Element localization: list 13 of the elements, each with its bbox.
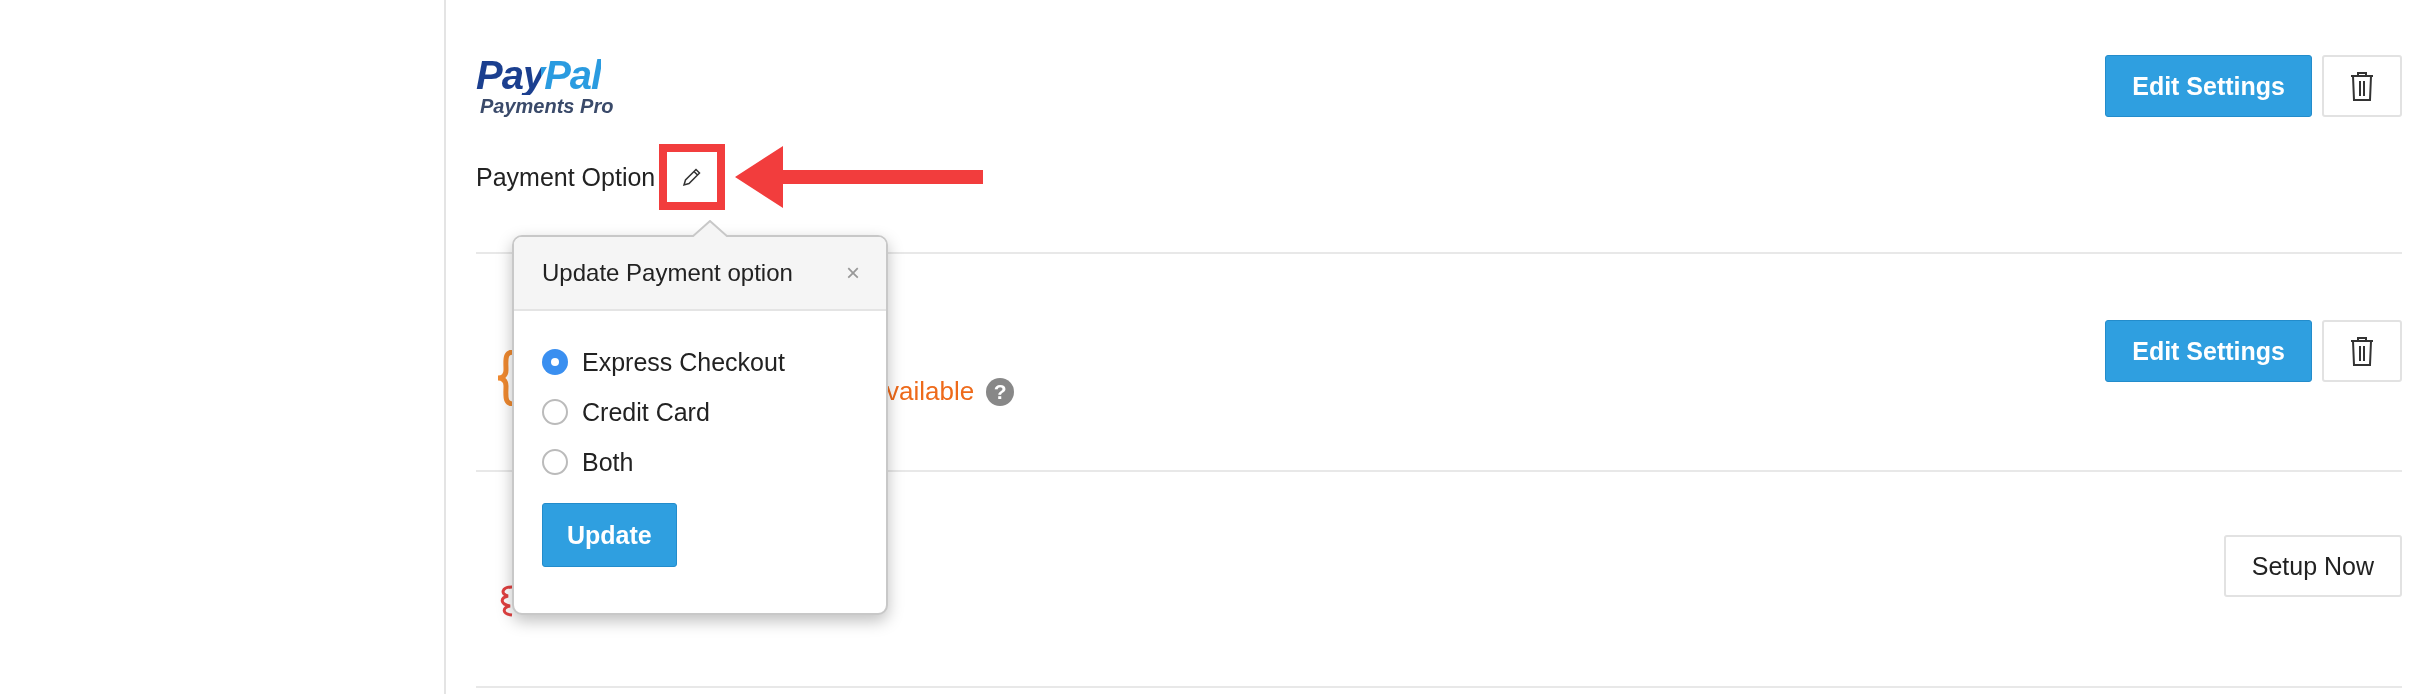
help-icon[interactable]: ?	[986, 377, 1015, 406]
popover-title: Update Payment option	[542, 259, 793, 287]
availability-status: vailable	[886, 376, 975, 407]
option-label: Both	[582, 447, 634, 477]
logo-subtitle: Payments Pro	[480, 95, 614, 118]
option-label: Express Checkout	[582, 347, 785, 377]
setup-button[interactable]: Setup Now	[2223, 535, 2402, 597]
close-icon[interactable]: ×	[846, 259, 860, 287]
edit-settings-button[interactable]: Edit Settings	[2105, 55, 2312, 117]
update-button[interactable]: Update	[542, 503, 677, 567]
payment-option-label: Payment Option	[476, 162, 656, 192]
edit-settings-button[interactable]: Edit Settings	[2105, 320, 2312, 382]
option-label: Credit Card	[582, 397, 710, 427]
